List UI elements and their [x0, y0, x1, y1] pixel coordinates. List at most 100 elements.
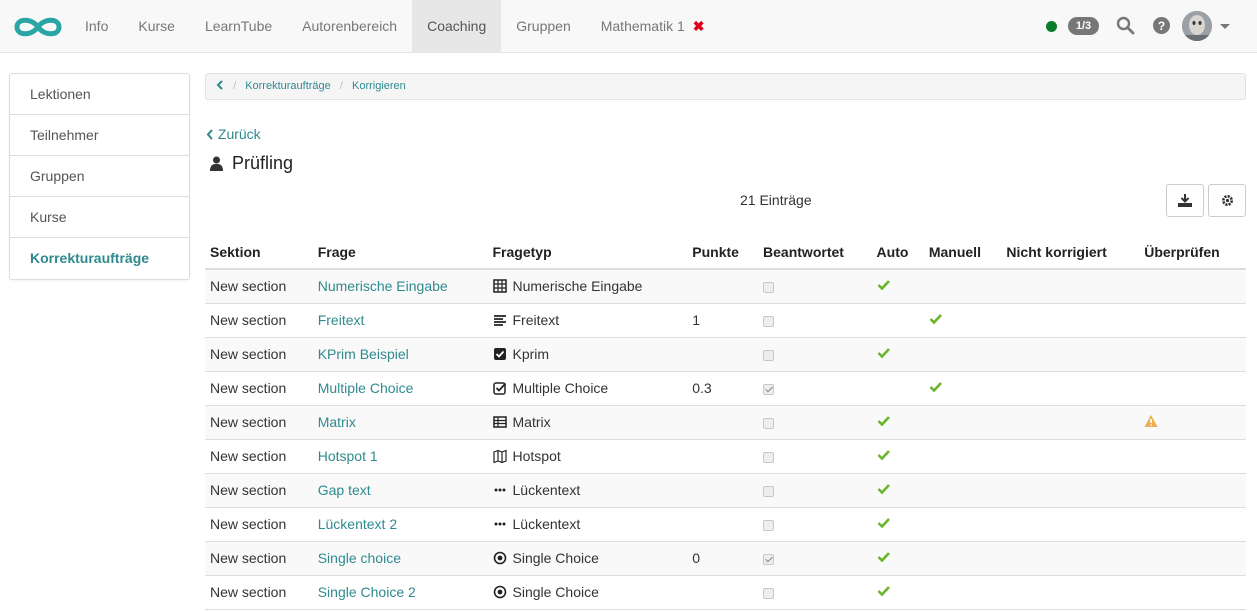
type-label: Matrix: [512, 414, 551, 430]
points-cell: [687, 337, 759, 372]
manual-cell: [923, 439, 1002, 474]
type-label: Numerische Eingabe: [512, 278, 643, 295]
table-row[interactable]: New section Hotspot 1 Hotspot: [205, 439, 1246, 474]
nav-item-coaching[interactable]: Coaching: [412, 0, 502, 52]
calculator-icon: [492, 279, 507, 293]
column-header[interactable]: Frage: [312, 236, 488, 270]
table-row[interactable]: New section Matrix Matrix: [205, 405, 1246, 440]
not-corrected-cell: [1001, 337, 1140, 372]
auto-cell: [871, 507, 924, 542]
points-cell: 0.3: [687, 371, 759, 406]
table-row[interactable]: New section Freitext Freitext 1: [205, 303, 1246, 338]
section-cell: New section: [205, 405, 313, 440]
sidebar-item-kurse[interactable]: Kurse: [10, 197, 189, 238]
question-link[interactable]: KPrim Beispiel: [318, 346, 409, 362]
nav-item-label: Gruppen: [516, 18, 571, 34]
column-header[interactable]: Nicht korrigiert: [1001, 236, 1140, 270]
check-icon: [877, 347, 890, 358]
not-corrected-cell: [1001, 473, 1140, 508]
window-count-badge[interactable]: 1/3: [1068, 17, 1099, 35]
type-cell: Hotspot: [487, 439, 688, 474]
nav-item-gruppen[interactable]: Gruppen: [501, 0, 585, 52]
question-cell: Numerische Eingabe: [312, 269, 488, 304]
question-link[interactable]: Lückentext 2: [318, 516, 397, 532]
question-link[interactable]: Single Choice 2: [318, 584, 416, 600]
settings-button[interactable]: [1208, 184, 1246, 217]
breadcrumb-item-korrekturauftraege[interactable]: Korrekturaufträge: [245, 80, 331, 92]
points-cell: [687, 405, 759, 440]
online-status-icon[interactable]: [1046, 21, 1057, 32]
table-row[interactable]: New section Single Choice 2 Single Choice: [205, 575, 1246, 610]
check-icon: [877, 517, 890, 528]
not-corrected-cell: [1001, 303, 1140, 338]
type-cell: Lückentext: [487, 473, 688, 508]
question-cell: Single choice: [312, 541, 488, 576]
answered-checkbox: [763, 451, 775, 463]
sidebar-item-teilnehmer[interactable]: Teilnehmer: [10, 115, 189, 156]
chevron-down-icon[interactable]: [1220, 24, 1230, 29]
points-cell: [687, 507, 759, 542]
help-icon[interactable]: ?: [1153, 17, 1170, 34]
question-link[interactable]: Freitext: [318, 312, 365, 328]
review-cell: [1139, 269, 1246, 304]
column-header[interactable]: Auto: [871, 236, 924, 270]
review-cell: [1139, 303, 1246, 338]
nav-item-label: Autorenbereich: [302, 18, 398, 34]
answered-cell: [758, 371, 872, 406]
download-button[interactable]: [1166, 184, 1204, 217]
column-header[interactable]: Sektion: [205, 236, 313, 270]
answered-checkbox: [763, 383, 775, 395]
user-avatar[interactable]: [1182, 11, 1212, 41]
close-icon[interactable]: ✖: [693, 18, 705, 34]
answered-checkbox: [763, 282, 775, 294]
search-icon[interactable]: [1116, 16, 1135, 35]
table-row[interactable]: New section Lückentext 2 Lückentext: [205, 507, 1246, 542]
sidebar-item-lektionen[interactable]: Lektionen: [10, 74, 189, 115]
question-link[interactable]: Multiple Choice: [318, 380, 414, 396]
question-link[interactable]: Gap text: [318, 482, 371, 498]
section-cell: New section: [205, 541, 313, 576]
type-label: Freitext: [512, 312, 560, 328]
nav-item-kurse[interactable]: Kurse: [123, 0, 190, 52]
sidebar-item-korrekturauftr-ge[interactable]: Korrekturaufträge: [10, 238, 189, 279]
auto-cell: [871, 405, 924, 440]
column-header[interactable]: Manuell: [923, 236, 1002, 270]
question-link[interactable]: Hotspot 1: [318, 448, 378, 464]
question-cell: Freitext: [312, 303, 488, 338]
nav-item-info[interactable]: Info: [70, 0, 123, 52]
chevron-left-icon[interactable]: [216, 80, 224, 90]
type-cell: Matrix: [487, 405, 688, 440]
auto-cell: [871, 371, 924, 406]
manual-cell: [923, 575, 1002, 610]
column-header[interactable]: Fragetyp: [487, 236, 688, 270]
breadcrumb-item-korrigieren[interactable]: Korrigieren: [352, 80, 406, 92]
check-icon: [877, 483, 890, 494]
question-link[interactable]: Numerische Eingabe: [318, 278, 448, 294]
sidebar-item-gruppen[interactable]: Gruppen: [10, 156, 189, 197]
table-row[interactable]: New section Numerische Eingabe Numerische …: [205, 269, 1246, 304]
page-title: Prüfling: [210, 153, 293, 174]
points-cell: 0: [687, 541, 759, 576]
type-label: Single Choice: [512, 550, 599, 566]
openolat-logo-icon[interactable]: [11, 12, 65, 42]
table-row[interactable]: New section Single choice Single Choice 0: [205, 541, 1246, 576]
back-link[interactable]: Zurück: [206, 126, 261, 142]
nav-item-learntube[interactable]: LearnTube: [190, 0, 287, 52]
type-cell: Single Choice: [487, 541, 688, 576]
table-row[interactable]: New section Multiple Choice Multiple Choic…: [205, 371, 1246, 406]
table-row[interactable]: New section Gap text Lückentext: [205, 473, 1246, 508]
check-icon: [929, 381, 942, 392]
section-cell: New section: [205, 473, 313, 508]
question-link[interactable]: Matrix: [318, 414, 356, 430]
column-header[interactable]: Überprüfen: [1139, 236, 1246, 270]
review-cell: [1139, 405, 1246, 440]
auto-cell: [871, 473, 924, 508]
nav-item-label: Info: [85, 18, 109, 34]
not-corrected-cell: [1001, 405, 1140, 440]
nav-item-mathematik-1[interactable]: Mathematik 1 ✖: [586, 0, 720, 52]
column-header[interactable]: Beantwortet: [758, 236, 872, 270]
question-link[interactable]: Single choice: [318, 550, 401, 566]
column-header[interactable]: Punkte: [687, 236, 759, 270]
nav-item-autorenbereich[interactable]: Autorenbereich: [287, 0, 412, 52]
table-row[interactable]: New section KPrim Beispiel Kprim: [205, 337, 1246, 372]
